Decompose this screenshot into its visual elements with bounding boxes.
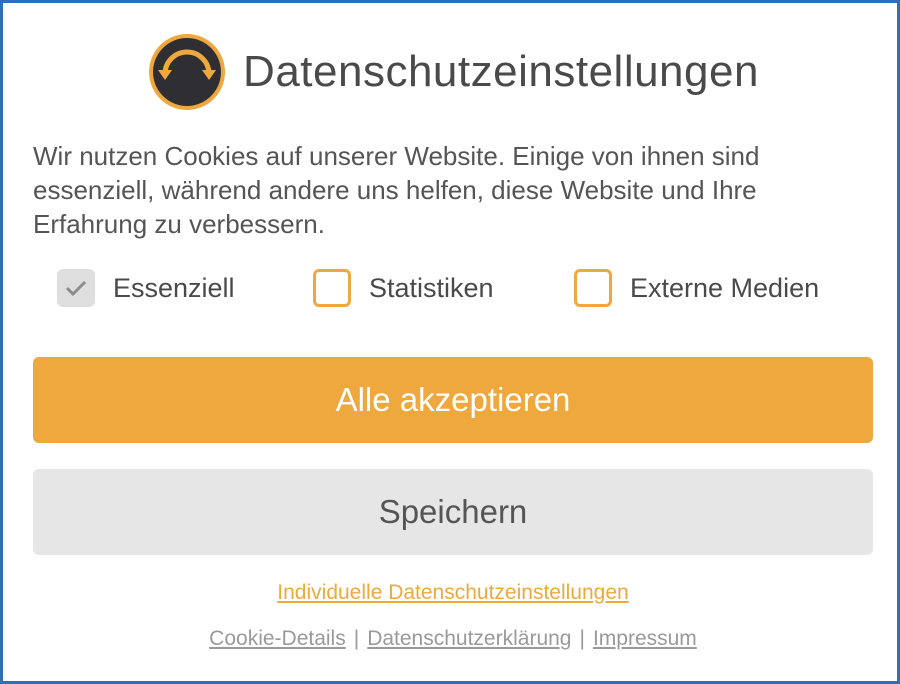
- cookie-details-link[interactable]: Cookie-Details: [209, 627, 346, 650]
- privacy-policy-link[interactable]: Datenschutzerklärung: [367, 627, 571, 650]
- statistiken-checkbox[interactable]: [313, 269, 351, 307]
- statistiken-label[interactable]: Statistiken: [369, 273, 494, 304]
- separator: |: [353, 627, 360, 650]
- save-button[interactable]: Speichern: [33, 469, 873, 555]
- essenziell-checkbox: [57, 269, 95, 307]
- checkmark-icon: [65, 280, 87, 297]
- footer-links: Cookie-Details | Datenschutzerklärung | Impr…: [3, 627, 900, 651]
- imprint-link[interactable]: Impressum: [593, 627, 697, 650]
- option-statistiken[interactable]: Statistiken: [313, 267, 494, 309]
- intro-text: Wir nutzen Cookies auf unserer Website. …: [33, 141, 760, 239]
- dialog-header: Datenschutzeinstellungen: [3, 31, 900, 113]
- accept-all-button[interactable]: Alle akzeptieren: [33, 357, 873, 443]
- option-essenziell: Essenziell: [57, 267, 235, 309]
- privacy-dialog: Datenschutzeinstellungen Wir nutzen Cook…: [0, 0, 900, 684]
- externe-medien-label[interactable]: Externe Medien: [630, 273, 819, 304]
- dialog-title: Datenschutzeinstellungen: [243, 47, 759, 96]
- individual-settings-container: Individuelle Datenschutzeinstellungen: [3, 581, 900, 605]
- individual-settings-link[interactable]: Individuelle Datenschutzeinstellungen: [277, 581, 628, 604]
- externe-medien-checkbox[interactable]: [574, 269, 612, 307]
- option-externe-medien[interactable]: Externe Medien: [574, 267, 819, 309]
- refresh-arrows-icon: [149, 34, 226, 110]
- essenziell-label: Essenziell: [113, 272, 235, 303]
- consent-options: Essenziell Statistiken Externe Medien: [57, 267, 877, 309]
- separator: |: [579, 627, 585, 650]
